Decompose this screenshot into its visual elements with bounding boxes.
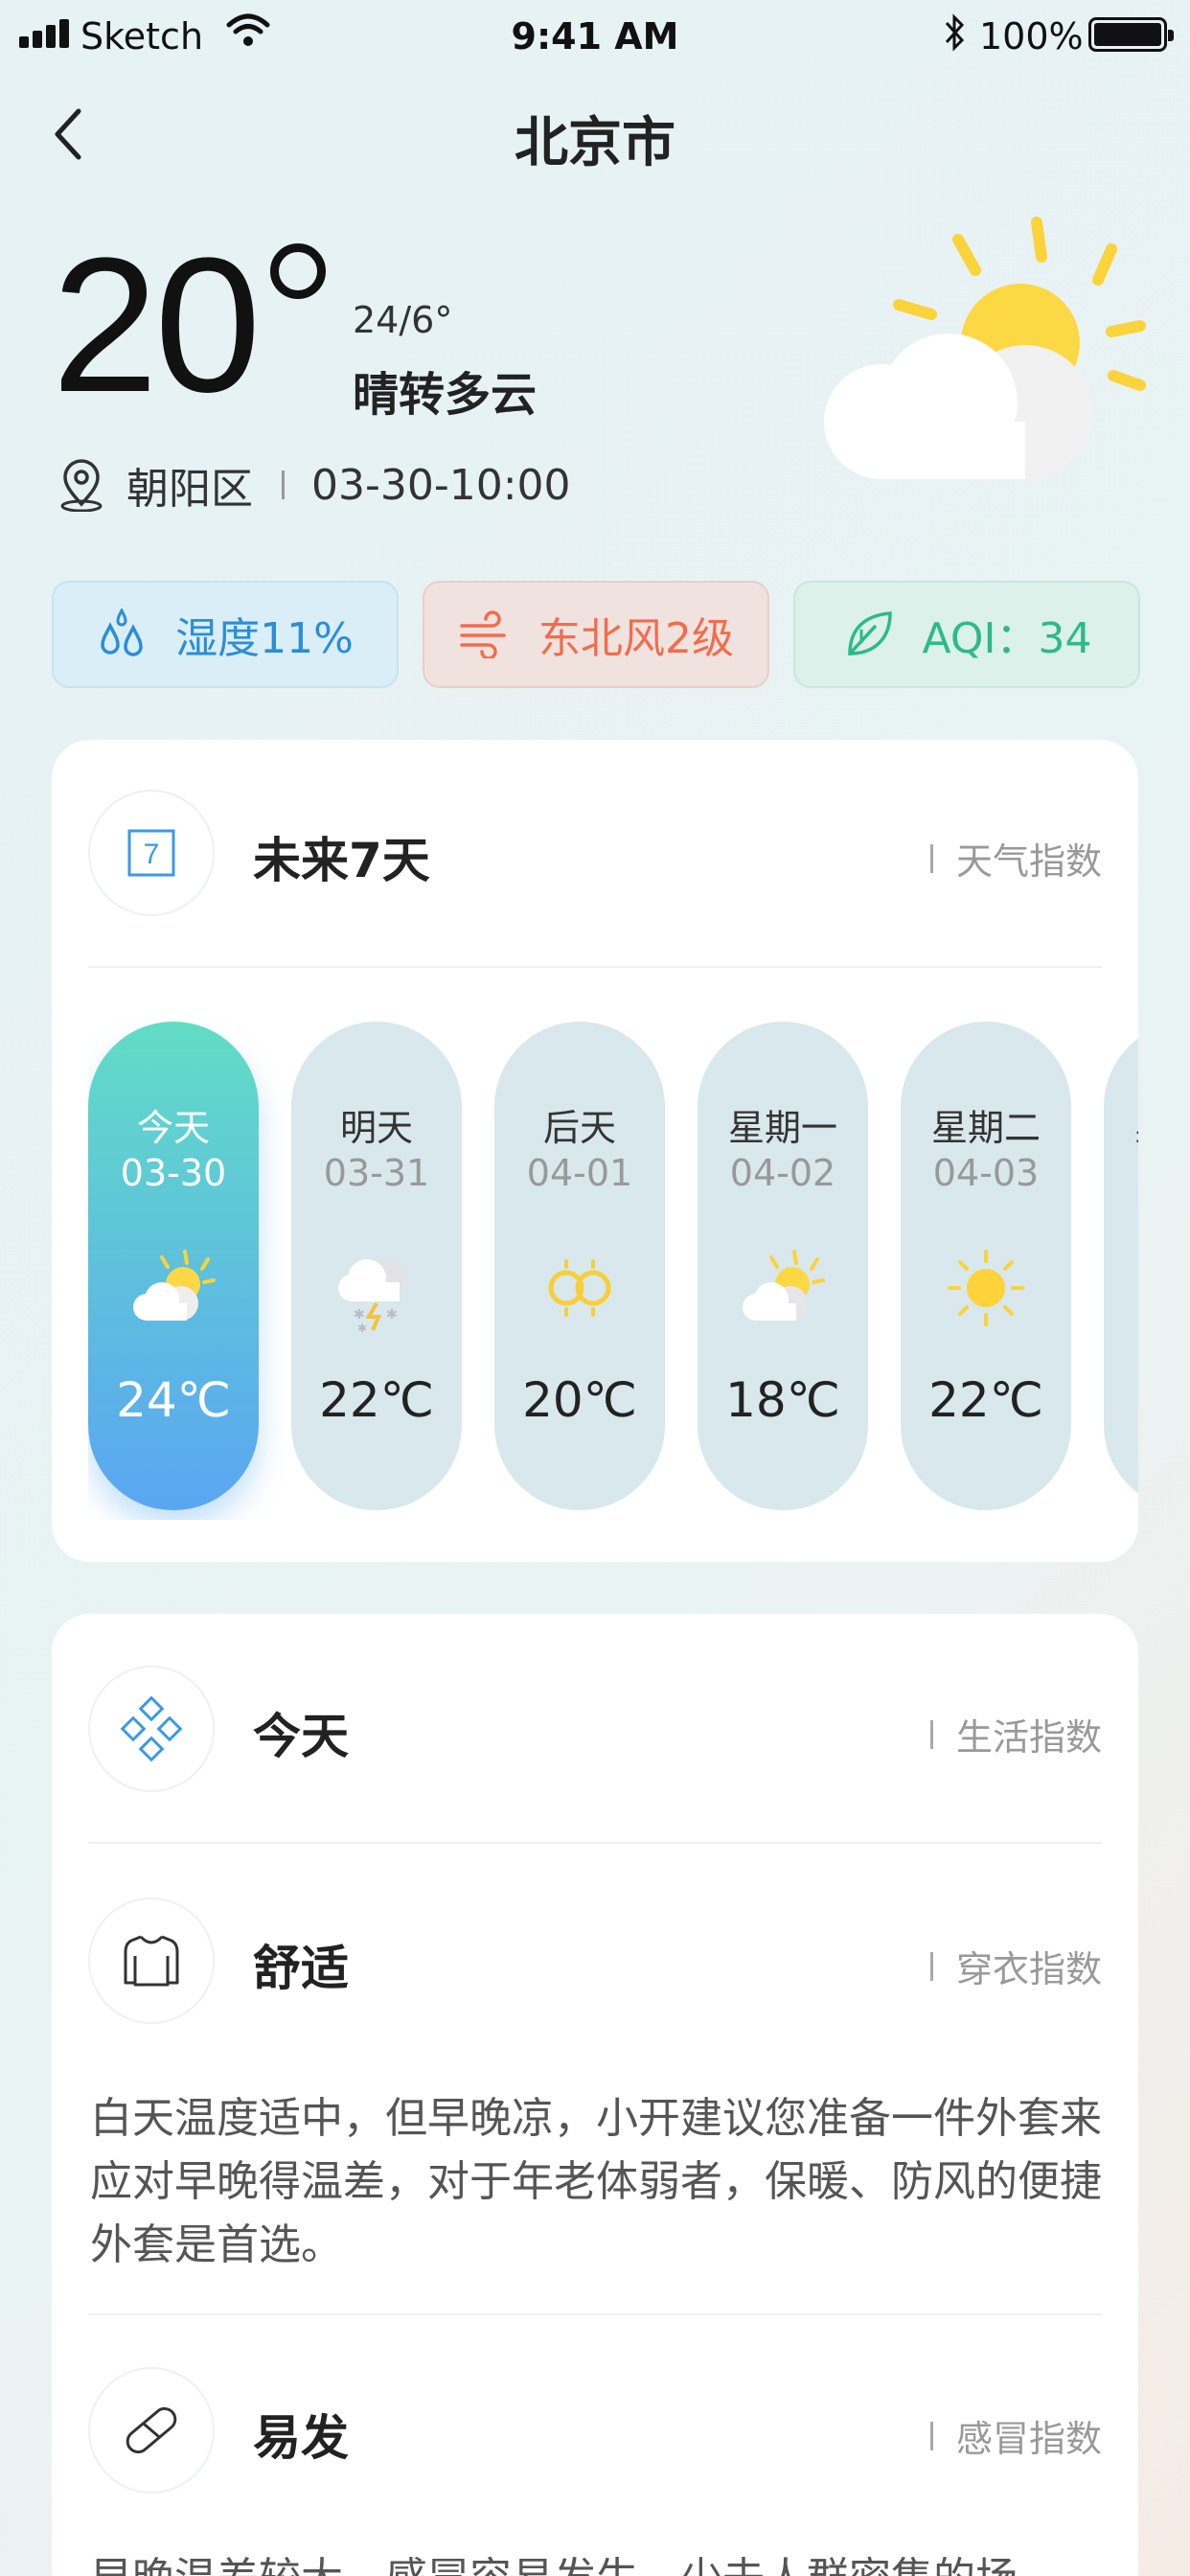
clothing-index-link[interactable]: 穿衣指数 [929,1940,1102,1992]
page-title: 北京市 [515,112,675,174]
forecast-day-today[interactable]: 今天 03-30 24℃ [88,1022,259,1510]
weather-index-link[interactable]: 天气指数 [929,832,1102,885]
day-name: 后天 [542,1107,616,1149]
divider [88,1842,1102,1844]
current-temperature: 20 [52,218,261,432]
droplets-icon [101,609,143,656]
clothing-index-title: 舒适 [253,1941,349,1996]
weather-condition: 晴转多云 [353,368,538,422]
aqi-label: AQI：34 [922,614,1092,663]
battery-percent: 100% [979,15,1084,58]
svg-text:✱: ✱ [357,1322,367,1335]
temperature-range: 24/6° [353,299,453,341]
forecast-card-header: 7 未来7天 天气指数 [88,790,1102,916]
life-index-card: 今天 生活指数 舒适 穿衣指数 白天温度适中，但早晚凉，小开建议您准备一件外套来… [52,1614,1138,2576]
diamonds-icon [88,1666,215,1792]
day-name: 今天 [136,1107,210,1149]
indicator-pills: 湿度11% 东北风2级 AQI：34 [52,581,1140,688]
location-label[interactable]: 朝阳区 [126,454,253,516]
thunder-snow-icon: ✱ ✱ ✱ [338,1259,405,1335]
cold-index-link[interactable]: 感冒指数 [929,2409,1102,2462]
day-temp: 20℃ [522,1372,637,1428]
divider [282,471,285,499]
svg-text:✱: ✱ [386,1307,398,1322]
location-row: 朝阳区 03-30-10:00 [57,456,571,514]
partly-cloudy-icon [743,1250,825,1321]
degree-symbol [270,243,326,299]
update-datetime: 03-30-10:00 [311,460,571,510]
clothing-advice-text: 白天温度适中，但早晚凉，小开建议您准备一件外套来应对早晚得温差，对于年老体弱者，… [90,2094,1102,2269]
partly-cloudy-icon [133,1250,216,1321]
aqi-badge[interactable]: AQI：34 [793,581,1140,688]
day-temp: 18℃ [725,1372,840,1428]
forecast-title: 未来7天 [253,833,430,888]
day-temp: 24℃ [116,1372,231,1428]
bluetooth-icon [945,13,965,52]
life-card-title: 今天 [253,1709,349,1764]
forecast-day[interactable]: 星期三 04-04 [1104,1022,1138,1510]
sweater-icon [88,1898,215,2024]
forecast-day[interactable]: 后天 04-01 20℃ [494,1022,665,1510]
day-temp: 22℃ [928,1372,1043,1428]
day-date: 04-04 [1104,1152,1138,1194]
cold-index-title: 易发 [253,2410,349,2466]
svg-text:✱: ✱ [354,1307,365,1322]
forecast-card: 7 未来7天 天气指数 今天 03-30 24℃ 明天 03-31 ✱ ✱ ✱ … [52,740,1138,1562]
sun-rings-icon [548,1259,611,1317]
wind-badge[interactable]: 东北风2级 [423,581,769,688]
day-date: 03-30 [120,1152,227,1194]
wind-label: 东北风2级 [538,614,734,663]
humidity-label: 湿度11% [175,614,354,663]
day-name: 星期三 [1104,1098,1138,1151]
location-pin-icon [60,459,103,512]
day-temp: 22℃ [319,1372,434,1428]
status-bar: Sketch 9:41 AM 100% [0,0,1190,77]
svg-text:7: 7 [144,839,160,870]
cold-advice-text: 早晚温差较大，感冒容易发生，少去人群密集的场 [90,2547,1106,2576]
life-index-link[interactable]: 生活指数 [929,1708,1102,1760]
forecast-day-list[interactable]: 今天 03-30 24℃ 明天 03-31 ✱ ✱ ✱ 22℃ 后天 04-01… [88,1022,1138,1520]
wind-icon [460,610,506,658]
pill-icon [88,2367,215,2494]
cold-index-header: 易发 感冒指数 [88,2367,1102,2494]
day-date: 04-03 [932,1152,1040,1194]
battery-icon [1088,17,1174,52]
forecast-day[interactable]: 星期一 04-02 18℃ [698,1022,868,1510]
calendar-icon: 7 [88,790,215,916]
day-date: 04-02 [729,1152,836,1194]
sun-icon [948,1250,1024,1326]
partly-cloudy-icon [824,217,1146,479]
day-name: 明天 [339,1107,413,1149]
day-date: 04-01 [526,1152,633,1194]
leaf-icon [847,611,892,656]
divider [88,2313,1102,2315]
forecast-day[interactable]: 明天 03-31 ✱ ✱ ✱ 22℃ [291,1022,462,1510]
life-card-header: 今天 生活指数 [88,1666,1102,1792]
divider [88,966,1102,968]
day-date: 03-31 [323,1152,430,1194]
humidity-badge[interactable]: 湿度11% [52,581,399,688]
day-name: 星期一 [727,1107,837,1149]
forecast-day[interactable]: 星期二 04-03 22℃ [901,1022,1071,1510]
clothing-index-header: 舒适 穿衣指数 [88,1898,1102,2024]
day-name: 星期二 [930,1107,1041,1149]
